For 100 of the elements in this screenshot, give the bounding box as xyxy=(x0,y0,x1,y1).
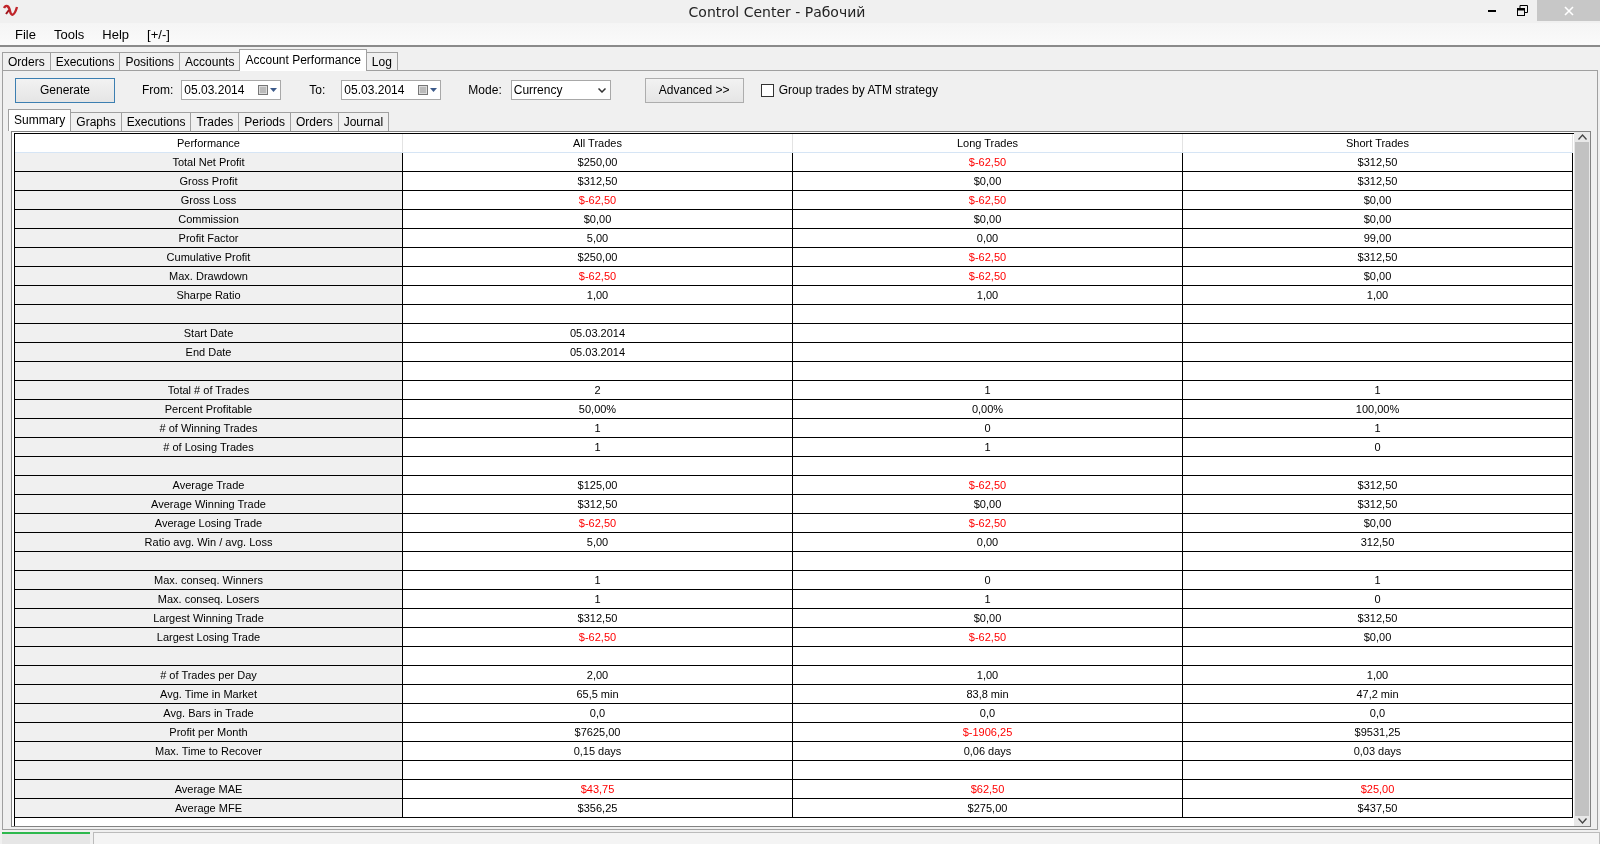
mode-dropdown[interactable]: Currency xyxy=(510,80,611,100)
table-cell: $7625,00 xyxy=(403,723,793,742)
table-cell: 0,0 xyxy=(403,704,793,723)
table-cell: 1 xyxy=(403,571,793,590)
table-cell: 1 xyxy=(793,438,1183,457)
row-header: Profit Factor xyxy=(15,229,403,248)
menu-item[interactable]: [+/-] xyxy=(138,26,179,42)
app-logo-icon xyxy=(3,4,19,18)
row-header: Max. conseq. Losers xyxy=(15,590,403,609)
table-cell: 1,00 xyxy=(1183,666,1573,685)
row-header: Largest Losing Trade xyxy=(15,628,403,647)
table-cell: $0,00 xyxy=(1183,191,1573,210)
row-header: Average MFE xyxy=(15,799,403,818)
menu-item[interactable]: File xyxy=(6,26,45,42)
checkbox[interactable] xyxy=(760,83,774,97)
row-header: Start Date xyxy=(15,324,403,343)
table-cell: $0,00 xyxy=(793,210,1183,229)
table-cell: $0,00 xyxy=(1183,514,1573,533)
table-cell: $312,50 xyxy=(403,609,793,628)
table-cell: 5,00 xyxy=(403,229,793,248)
table-cell: $250,00 xyxy=(403,153,793,172)
date-field[interactable]: 05.03.2014 xyxy=(181,80,282,100)
row-header: # of Losing Trades xyxy=(15,438,403,457)
table-cell: $-62,50 xyxy=(793,267,1183,286)
table-cell: 312,50 xyxy=(1183,533,1573,552)
tab[interactable]: Account Performance xyxy=(239,49,367,71)
row-header: Profit per Month xyxy=(15,723,403,742)
row-header: # of Trades per Day xyxy=(15,666,403,685)
calendar-dropdown-icon xyxy=(418,84,439,96)
table-cell: 1 xyxy=(793,381,1183,400)
generate-button[interactable]: Generate xyxy=(15,77,115,103)
table-cell: $0,00 xyxy=(793,172,1183,191)
field-label: Mode: xyxy=(468,83,502,97)
table-cell: 5,00 xyxy=(403,533,793,552)
table-cell: $-62,50 xyxy=(793,248,1183,267)
table-cell: 1 xyxy=(793,590,1183,609)
table-cell: 1 xyxy=(403,590,793,609)
menu-item[interactable]: Help xyxy=(93,26,139,42)
row-header: Percent Profitable xyxy=(15,400,403,419)
table-cell: 0,00 xyxy=(793,229,1183,248)
column-header: Short Trades xyxy=(1183,134,1573,153)
table-cell: $312,50 xyxy=(1183,172,1573,191)
menu-item[interactable]: Tools xyxy=(44,26,94,42)
table-cell: 0,06 days xyxy=(793,742,1183,761)
table-cell: 2,00 xyxy=(403,666,793,685)
table-cell: $-62,50 xyxy=(403,628,793,647)
table-cell: $-1906,25 xyxy=(793,723,1183,742)
row-header: Total Net Profit xyxy=(15,153,403,172)
table-cell: $9531,25 xyxy=(1183,723,1573,742)
table-cell: $437,50 xyxy=(1183,799,1573,818)
table-cell: 100,00% xyxy=(1183,400,1573,419)
date-field[interactable]: 05.03.2014 xyxy=(341,80,442,100)
table-cell: $356,25 xyxy=(403,799,793,818)
table-cell: 0 xyxy=(793,419,1183,438)
chevron-down-icon xyxy=(597,87,606,93)
table-cell: 0,00% xyxy=(793,400,1183,419)
table-cell: 1 xyxy=(1183,571,1573,590)
tab[interactable]: Graphs xyxy=(70,112,122,131)
table-cell: $312,50 xyxy=(1183,495,1573,514)
table-cell: $312,50 xyxy=(1183,248,1573,267)
row-header: Sharpe Ratio xyxy=(15,286,403,305)
table-cell: $0,00 xyxy=(1183,210,1573,229)
table-cell: $312,50 xyxy=(1183,609,1573,628)
row-header: Average Trade xyxy=(15,476,403,495)
row-header: Total # of Trades xyxy=(15,381,403,400)
table-cell: 0 xyxy=(1183,438,1573,457)
table-cell: $-62,50 xyxy=(793,191,1183,210)
table-cell: $-62,50 xyxy=(793,476,1183,495)
row-header: Commission xyxy=(15,210,403,229)
table-cell: 1,00 xyxy=(1183,286,1573,305)
tab[interactable]: Orders xyxy=(2,52,51,71)
table-cell: $-62,50 xyxy=(403,267,793,286)
table-cell: $-62,50 xyxy=(403,514,793,533)
table-cell: 0,0 xyxy=(793,704,1183,723)
field-label: To: xyxy=(309,83,326,97)
table-cell: $62,50 xyxy=(793,780,1183,799)
row-header: Cumulative Profit xyxy=(15,248,403,267)
table-cell: 2 xyxy=(403,381,793,400)
row-header: Avg. Bars in Trade xyxy=(15,704,403,723)
table-cell: 05.03.2014 xyxy=(403,324,793,343)
table-cell: 99,00 xyxy=(1183,229,1573,248)
table-cell: $275,00 xyxy=(793,799,1183,818)
table-cell: 1,00 xyxy=(793,286,1183,305)
table-cell: $0,00 xyxy=(1183,628,1573,647)
table-cell: 0,0 xyxy=(1183,704,1573,723)
tab[interactable]: Summary xyxy=(8,109,72,131)
advanced-button[interactable]: Advanced >> xyxy=(644,77,744,103)
row-header: Max. Drawdown xyxy=(15,267,403,286)
calendar-dropdown-icon xyxy=(258,84,279,96)
table-cell: $-62,50 xyxy=(793,628,1183,647)
column-header: Performance xyxy=(15,134,403,153)
scrollbar[interactable] xyxy=(1574,132,1590,826)
window-title: Control Center - Рабочий xyxy=(688,3,866,20)
tab[interactable]: Journal xyxy=(337,112,390,131)
table-cell: 1,00 xyxy=(793,666,1183,685)
table-cell: 65,5 min xyxy=(403,685,793,704)
table-cell: 0 xyxy=(1183,590,1573,609)
field-label: From: xyxy=(142,83,174,97)
table-cell: $125,00 xyxy=(403,476,793,495)
table-cell: $0,00 xyxy=(403,210,793,229)
